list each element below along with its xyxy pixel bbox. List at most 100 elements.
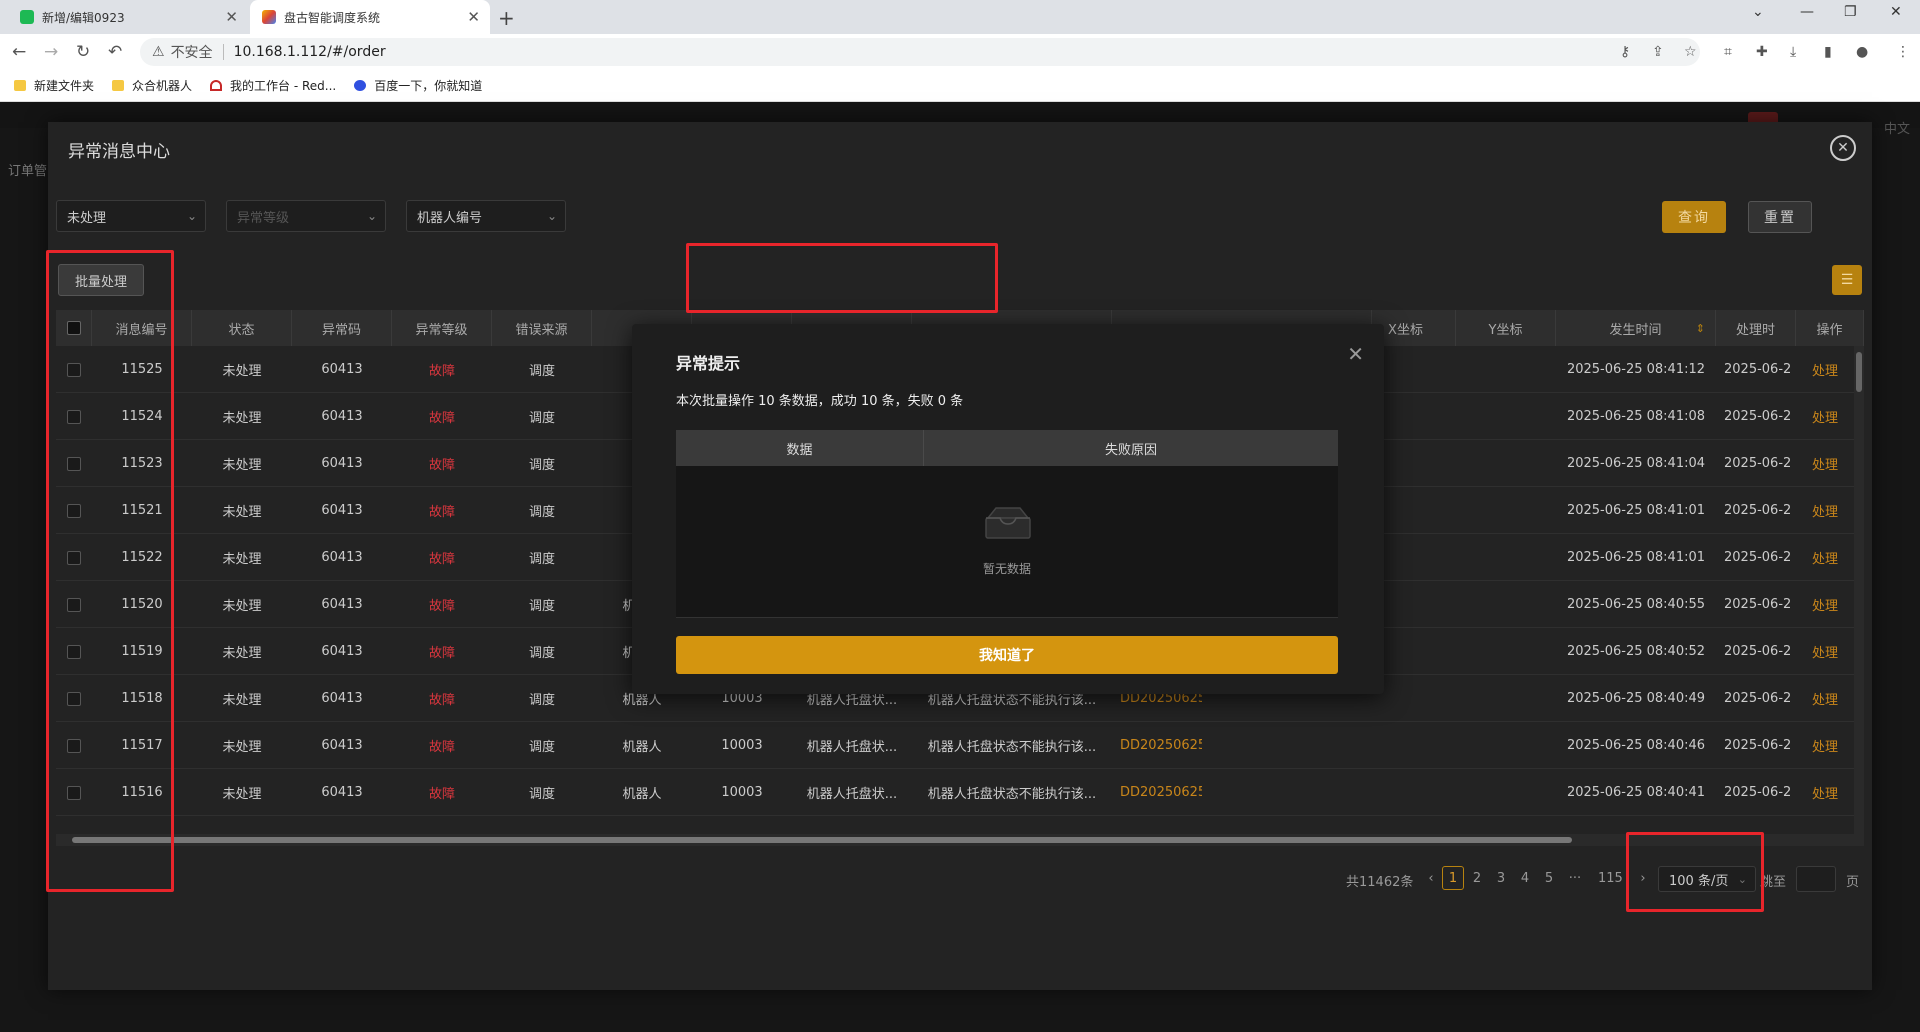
process-link[interactable]: 处理 [1796,581,1854,628]
window-close-icon[interactable]: ✕ [1890,4,1902,20]
bookmark-item[interactable]: 众合机器人 [112,77,192,94]
ok-button[interactable]: 我知道了 [676,636,1338,674]
page-5[interactable]: 5 [1538,866,1560,890]
browser-tab-1[interactable]: 新增/编辑0923 ✕ [8,0,248,34]
close-icon[interactable]: ✕ [467,8,480,26]
col-header-time[interactable]: 发生时间 ⇕ [1556,310,1716,346]
col-header[interactable]: Y坐标 [1456,310,1556,346]
new-tab-icon[interactable]: + [498,6,515,30]
page-4[interactable]: 4 [1514,866,1536,890]
page-last[interactable]: 115 [1598,866,1623,890]
star-icon[interactable]: ☆ [1684,44,1697,60]
download-icon[interactable]: ⤓ [1790,44,1796,60]
process-link[interactable]: 处理 [1796,722,1854,769]
process-link[interactable]: 处理 [1796,393,1854,440]
scroll-thumb[interactable] [72,837,1572,843]
process-link[interactable]: 处理 [1796,769,1854,816]
sort-icon[interactable]: ⇕ [1696,322,1705,335]
cell-code: 60413 [321,785,363,800]
process-link[interactable]: 处理 [1796,675,1854,722]
close-icon[interactable]: ✕ [1347,342,1364,366]
reload-icon[interactable]: ↻ [76,42,90,62]
scroll-thumb[interactable] [1856,352,1862,392]
page-1[interactable]: 1 [1442,866,1464,890]
undo-icon[interactable]: ↶ [108,42,122,62]
horizontal-scrollbar[interactable] [56,834,1864,846]
page-ellipsis[interactable]: ··· [1564,866,1586,890]
cell-time2: 2025-06-2 [1724,503,1792,518]
bookmark-item[interactable]: 我的工作台 - Red... [210,77,336,94]
forward-icon[interactable]: → [44,42,58,62]
col-header[interactable]: 异常码 [292,310,392,346]
col-header-label: 发生时间 [1609,322,1662,338]
jump-page-input[interactable] [1796,866,1836,892]
process-link[interactable]: 处理 [1796,440,1854,487]
prev-page-icon[interactable]: ‹ [1420,866,1442,890]
url-text[interactable]: 10.168.1.112/#/order [234,44,386,60]
warning-icon: ⚠ [152,44,165,60]
col-header: 失败原因 [1104,442,1157,458]
bookmark-item[interactable]: 新建文件夹 [14,77,94,94]
sidepanel-icon[interactable]: ▮ [1824,44,1832,60]
chevron-down-icon: ⌄ [366,209,377,223]
select-value: 未处理 [67,210,107,226]
col-header[interactable]: 状态 [192,310,292,346]
cell-code: 60413 [321,691,363,706]
page-2[interactable]: 2 [1466,866,1488,890]
cell-source: 调度 [528,599,555,614]
restore-icon[interactable]: ❐ [1844,4,1857,20]
page-3[interactable]: 3 [1490,866,1512,890]
vertical-scrollbar[interactable] [1854,346,1864,834]
language-switch[interactable]: 中文 [1884,118,1910,137]
cell-source: 调度 [528,505,555,520]
play-icon [20,10,34,24]
batch-result-dialog: 异常提示 ✕ 本次批量操作 10 条数据，成功 10 条，失败 0 条 数据 失… [632,324,1384,694]
cell-time2: 2025-06-2 [1724,409,1792,424]
share-icon[interactable]: ⇪ [1652,44,1664,60]
back-icon[interactable]: ← [12,42,26,62]
annotation-box-page-size [1626,832,1764,912]
address-bar[interactable]: ⚠ 不安全 10.168.1.112/#/order [140,38,1700,66]
minimize-icon[interactable]: — [1800,4,1814,20]
divider [222,44,224,60]
cell-source: 调度 [528,411,555,426]
menu-icon[interactable]: ⋮ [1896,44,1910,60]
column-settings-icon[interactable]: ☰ [1832,265,1862,295]
query-button[interactable]: 查询 [1662,201,1726,233]
profile-icon[interactable]: ● [1856,44,1868,60]
level-select[interactable]: 异常等级 ⌄ [226,200,386,232]
cell-time: 2025-06-25 08:41:08 [1566,409,1706,424]
cell-src2: 机器人 [622,740,662,755]
robot-select[interactable]: 机器人编号 ⌄ [406,200,566,232]
col-header[interactable]: 错误来源 [492,310,592,346]
cell-time: 2025-06-25 08:40:46 [1566,738,1706,753]
crop-icon[interactable]: ⌗ [1724,44,1732,60]
bookmark-label: 百度一下，你就知道 [374,79,483,93]
process-link[interactable]: 处理 [1796,346,1854,393]
tab-search-icon[interactable]: ⌄ [1752,4,1764,20]
redmine-icon [210,80,223,91]
browser-tab-2[interactable]: 盘古智能调度系统 ✕ [250,0,490,34]
close-icon[interactable]: ✕ [1830,135,1856,161]
col-header[interactable]: 异常等级 [392,310,492,346]
cell-source: 调度 [528,740,555,755]
cell-code: 60413 [321,644,363,659]
key-icon[interactable]: ⚷ [1620,44,1630,60]
page-breadcrumb: 订单管 [8,164,48,179]
process-link[interactable]: 处理 [1796,534,1854,581]
cell-code: 60413 [321,362,363,377]
bookmark-item[interactable]: 百度一下，你就知道 [354,77,482,94]
cell-rcode: 10003 [721,738,763,753]
process-link[interactable]: 处理 [1796,628,1854,675]
cell-status: 未处理 [222,646,262,661]
cell-desc1: 机器人托盘状... [806,787,898,802]
extensions-icon[interactable]: ✚ [1756,44,1768,60]
cell-time2: 2025-06-2 [1724,785,1792,800]
cell-time: 2025-06-25 08:41:04 [1566,456,1706,471]
reset-button[interactable]: 重置 [1748,201,1812,233]
process-link[interactable]: 处理 [1796,487,1854,534]
status-select[interactable]: 未处理 ⌄ [56,200,206,232]
cell-desc2: 机器人托盘状态不能执行该... [927,787,1097,802]
close-icon[interactable]: ✕ [225,8,238,26]
col-header[interactable]: 处理时 [1716,310,1796,346]
